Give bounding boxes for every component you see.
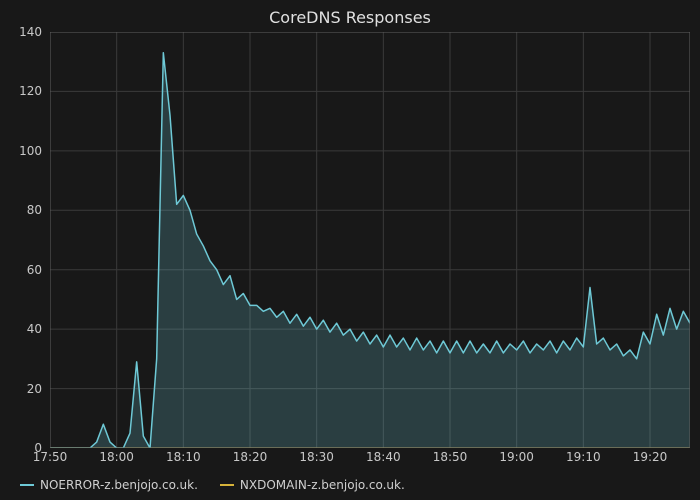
y-axis-ticks: 020406080100120140 xyxy=(0,32,48,448)
legend-swatch xyxy=(20,484,34,486)
y-tick: 140 xyxy=(19,25,42,39)
x-tick: 18:50 xyxy=(433,450,468,464)
y-tick: 120 xyxy=(19,84,42,98)
chart-title: CoreDNS Responses xyxy=(0,8,700,27)
legend: NOERROR-z.benjojo.co.uk. NXDOMAIN-z.benjo… xyxy=(20,478,405,492)
y-tick: 80 xyxy=(27,203,42,217)
x-tick: 19:20 xyxy=(633,450,668,464)
x-tick: 19:00 xyxy=(499,450,534,464)
chart-svg xyxy=(50,32,690,448)
y-tick: 40 xyxy=(27,322,42,336)
legend-label: NXDOMAIN-z.benjojo.co.uk. xyxy=(240,478,405,492)
x-tick: 18:10 xyxy=(166,450,201,464)
x-tick: 17:50 xyxy=(33,450,68,464)
chart-container: CoreDNS Responses 020406080100120140 17:… xyxy=(0,0,700,500)
y-tick: 100 xyxy=(19,144,42,158)
x-tick: 18:40 xyxy=(366,450,401,464)
x-tick: 18:20 xyxy=(233,450,268,464)
x-tick: 19:10 xyxy=(566,450,601,464)
legend-label: NOERROR-z.benjojo.co.uk. xyxy=(40,478,198,492)
x-axis-ticks: 17:5018:0018:1018:2018:3018:4018:5019:00… xyxy=(50,450,690,466)
legend-item: NOERROR-z.benjojo.co.uk. xyxy=(20,478,198,492)
x-tick: 18:30 xyxy=(299,450,334,464)
y-tick: 20 xyxy=(27,382,42,396)
legend-item: NXDOMAIN-z.benjojo.co.uk. xyxy=(220,478,405,492)
plot-area xyxy=(50,32,690,448)
x-tick: 18:00 xyxy=(99,450,134,464)
legend-swatch xyxy=(220,484,234,486)
y-tick: 60 xyxy=(27,263,42,277)
